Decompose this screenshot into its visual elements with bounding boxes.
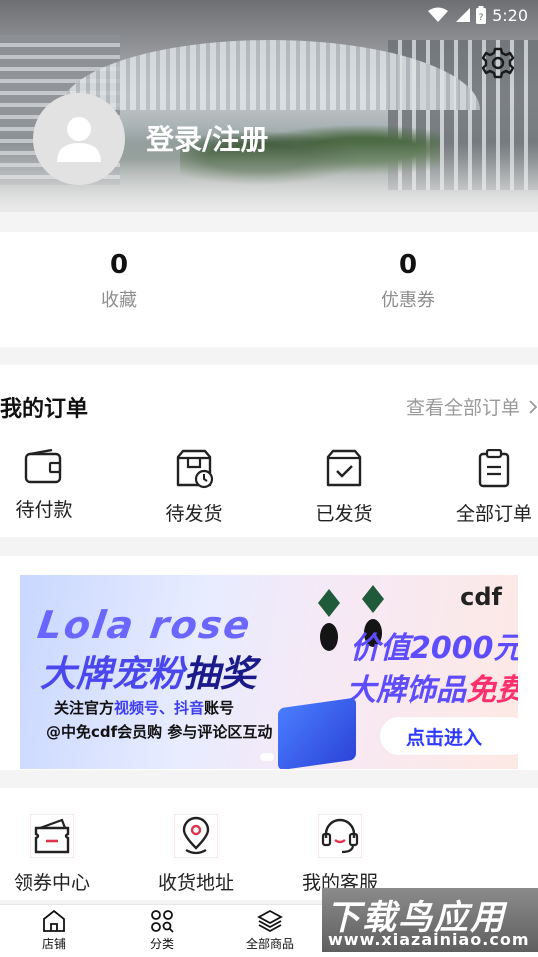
watermark-line2: www.xiazainiao.com: [328, 930, 530, 949]
login-register-link[interactable]: 登录/注册: [146, 118, 268, 158]
settings-gear-icon[interactable]: [481, 46, 515, 80]
order-shipped-label: 已发货: [315, 503, 373, 525]
banner-free-text: 大牌饰品免费: [346, 673, 518, 708]
battery-icon: ?: [476, 6, 487, 24]
tab-store-label: 店铺: [41, 937, 66, 951]
banner-title-cn: 大牌宠粉抽奖: [40, 654, 257, 695]
stats-panel: 0 收藏 0 优惠券: [0, 232, 538, 347]
coupon-center[interactable]: 领券中心: [0, 814, 112, 895]
store-icon: [43, 909, 65, 932]
banner-line1: 关注官方视频号、抖音账号: [54, 699, 235, 717]
my-orders-title: 我的订单: [0, 397, 89, 422]
chevron-right-icon: [529, 399, 538, 414]
status-bar: ? 5:20: [0, 0, 538, 30]
headset-icon: [318, 814, 362, 858]
status-time: 5:20: [492, 5, 528, 25]
coupons-label: 优惠券: [381, 290, 435, 311]
favorites-label: 收藏: [101, 290, 137, 311]
signal-icon: [456, 8, 471, 22]
coupon-center-label: 领券中心: [13, 872, 90, 894]
wifi-icon: [428, 7, 449, 22]
shipping-address[interactable]: 收货地址: [136, 814, 256, 895]
cdf-logo: cdf: [460, 583, 502, 611]
coupons-count: 0: [398, 250, 418, 280]
gift-box-icon: [278, 697, 356, 769]
carousel-indicator: [260, 753, 274, 761]
order-pending-payment-label: 待付款: [15, 499, 73, 521]
earring-icon: [318, 589, 340, 651]
location-icon: [174, 814, 218, 858]
tab-category[interactable]: 分类: [108, 909, 216, 952]
shipped-box-icon: [326, 449, 362, 487]
watermark-overlay: 下载鸟应用 www.xiazainiao.com: [322, 888, 538, 952]
coupons-stat[interactable]: 0 优惠券: [308, 250, 508, 312]
coupon-icon: [30, 814, 74, 858]
favorites-count: 0: [109, 250, 129, 280]
banner-enter-button[interactable]: 点击进入: [380, 717, 518, 755]
banner-value-text: 价值2000元: [350, 631, 518, 666]
shipping-address-label: 收货地址: [157, 872, 234, 894]
tab-all-products-label: 全部商品: [245, 937, 294, 951]
order-pending-payment[interactable]: 待付款: [0, 449, 104, 522]
tab-store[interactable]: 店铺: [0, 909, 108, 952]
avatar[interactable]: [33, 93, 125, 185]
my-orders-section: 我的订单 查看全部订单 待付款 待发货 已发货 全部订单: [0, 365, 538, 537]
promo-banner-section: Lola rose 大牌宠粉抽奖 关注官方视频号、抖音账号 @中免cdf会员购 …: [0, 556, 538, 770]
order-pending-shipment[interactable]: 待发货: [134, 449, 254, 526]
order-all[interactable]: 全部订单: [434, 449, 538, 526]
category-icon: [151, 910, 174, 933]
tab-category-label: 分类: [149, 937, 174, 951]
wallet-icon: [24, 449, 62, 484]
svg-text:?: ?: [479, 13, 484, 23]
services-section: 领券中心 收货地址 我的客服: [0, 788, 538, 900]
customer-service[interactable]: 我的客服: [280, 814, 400, 895]
promo-banner[interactable]: Lola rose 大牌宠粉抽奖 关注官方视频号、抖音账号 @中免cdf会员购 …: [20, 575, 518, 769]
banner-line2: @中免cdf会员购 参与评论区互动: [46, 723, 273, 741]
banner-title-en: Lola rose: [34, 603, 255, 647]
layers-icon: [257, 909, 283, 933]
view-all-orders-link[interactable]: 查看全部订单: [406, 393, 538, 420]
order-all-label: 全部订单: [455, 503, 532, 525]
pending-box-icon: [176, 449, 214, 489]
order-shipped[interactable]: 已发货: [284, 449, 404, 526]
view-all-orders-label: 查看全部订单: [405, 397, 520, 419]
clipboard-icon: [478, 449, 510, 488]
user-icon: [57, 117, 101, 162]
favorites-stat[interactable]: 0 收藏: [19, 250, 219, 312]
order-pending-shipment-label: 待发货: [165, 503, 223, 525]
tab-all-products[interactable]: 全部商品: [216, 909, 324, 952]
